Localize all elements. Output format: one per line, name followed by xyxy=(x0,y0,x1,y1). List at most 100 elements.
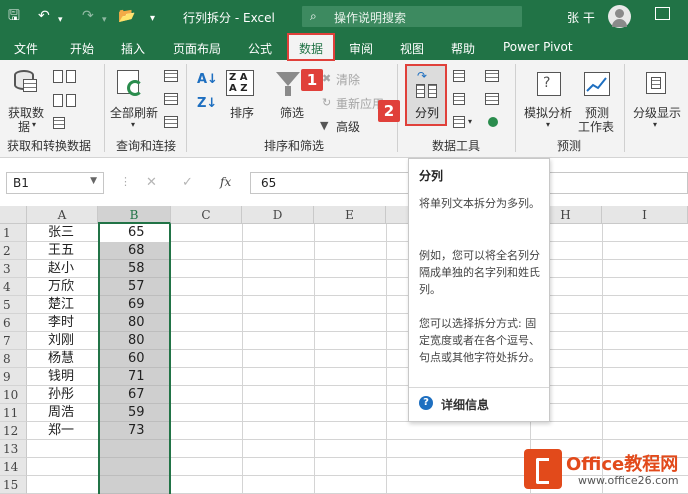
row-header[interactable]: 9 xyxy=(0,368,27,386)
sort-za-icon[interactable]: Z↓ xyxy=(197,96,217,111)
score-cell[interactable]: 67 xyxy=(128,386,145,404)
tab-formulas[interactable]: 公式 xyxy=(248,40,272,57)
refresh-all-button[interactable]: 全部刷新 xyxy=(110,104,158,121)
tab-file[interactable]: 文件 xyxy=(14,40,38,57)
flash-fill-icon[interactable] xyxy=(453,70,465,82)
get-data-dropdown-icon[interactable]: ▾ xyxy=(32,120,36,129)
name-cell[interactable]: 周浩 xyxy=(48,404,74,422)
row-header[interactable]: 2 xyxy=(0,242,27,260)
column-header-b[interactable]: B xyxy=(98,206,171,224)
row-header[interactable]: 13 xyxy=(0,440,27,458)
reapply-button[interactable]: 重新应用 xyxy=(336,95,384,112)
tab-view[interactable]: 视图 xyxy=(400,40,424,57)
row-header[interactable]: 14 xyxy=(0,458,27,476)
recent-sources-icon[interactable] xyxy=(66,94,76,107)
score-cell[interactable]: 68 xyxy=(128,242,145,260)
what-if-dropdown-icon[interactable]: ▾ xyxy=(546,120,550,129)
tab-help[interactable]: 帮助 xyxy=(451,40,475,57)
name-cell[interactable]: 李时 xyxy=(48,314,74,332)
from-text-icon[interactable] xyxy=(53,70,63,83)
outline-icon[interactable] xyxy=(646,72,666,94)
reapply-icon[interactable]: ↻ xyxy=(322,96,331,109)
column-header-e[interactable]: E xyxy=(314,206,386,224)
name-cell[interactable]: 楚江 xyxy=(48,296,74,314)
row-header[interactable]: 4 xyxy=(0,278,27,296)
manage-data-model-icon[interactable] xyxy=(488,117,498,127)
outline-dropdown-icon[interactable]: ▾ xyxy=(653,120,657,129)
name-cell[interactable]: 赵小 xyxy=(48,260,74,278)
tell-me-search[interactable]: ⌕ 操作说明搜索 xyxy=(302,6,522,27)
edit-links-icon[interactable] xyxy=(164,116,178,128)
consolidate-icon[interactable] xyxy=(485,70,499,82)
outline-button[interactable]: 分级显示 xyxy=(633,104,681,121)
score-cell[interactable]: 80 xyxy=(128,332,145,350)
tab-review[interactable]: 审阅 xyxy=(349,40,373,57)
data-validation-dropdown-icon[interactable]: ▾ xyxy=(468,117,472,126)
clear-icon[interactable]: ✖ xyxy=(322,72,331,85)
cancel-icon[interactable]: ✕ xyxy=(146,175,157,190)
column-header-a[interactable]: A xyxy=(27,206,98,224)
relationships-icon[interactable] xyxy=(485,93,499,105)
avatar[interactable] xyxy=(608,5,631,28)
advanced-filter-icon[interactable]: ▼ xyxy=(320,119,328,132)
filter-button[interactable]: 筛选 xyxy=(280,104,304,121)
undo-dropdown-icon[interactable]: ▾ xyxy=(58,12,63,28)
name-cell[interactable]: 刘刚 xyxy=(48,332,74,350)
score-cell[interactable]: 71 xyxy=(128,368,145,386)
forecast-sheet-icon[interactable] xyxy=(584,72,610,96)
tab-home[interactable]: 开始 xyxy=(70,40,94,57)
clear-button[interactable]: 清除 xyxy=(336,71,360,88)
sort-az-icon[interactable]: A↓ xyxy=(197,72,218,87)
score-cell[interactable]: 80 xyxy=(128,314,145,332)
name-cell[interactable]: 杨慧 xyxy=(48,350,74,368)
name-cell[interactable]: 万欣 xyxy=(48,278,74,296)
redo-icon[interactable]: ↷ xyxy=(82,8,94,24)
row-header[interactable]: 6 xyxy=(0,314,27,332)
score-cell[interactable]: 58 xyxy=(128,260,145,278)
help-icon[interactable]: ? xyxy=(419,396,433,410)
customize-quick-access-icon[interactable]: ▾ xyxy=(150,11,155,27)
what-if-analysis-icon[interactable]: ? xyxy=(537,72,561,96)
name-box-dropdown-icon[interactable]: ▼ xyxy=(90,176,97,186)
queries-connections-icon[interactable] xyxy=(164,70,178,82)
remove-duplicates-icon[interactable] xyxy=(453,93,465,105)
row-header[interactable]: 11 xyxy=(0,404,27,422)
refresh-all-icon[interactable] xyxy=(117,70,147,98)
what-if-analysis-button[interactable]: 模拟分析 xyxy=(524,104,572,121)
ribbon-display-options-icon[interactable] xyxy=(655,7,670,20)
name-cell[interactable]: 孙彤 xyxy=(48,386,74,404)
undo-icon[interactable]: ↶ xyxy=(38,8,50,24)
from-table-icon[interactable] xyxy=(53,94,63,107)
existing-connections-icon[interactable] xyxy=(53,117,65,129)
row-header[interactable]: 10 xyxy=(0,386,27,404)
sort-icon[interactable]: Z A A Z xyxy=(226,70,254,96)
score-cell[interactable]: 57 xyxy=(128,278,145,296)
name-cell[interactable]: 钱明 xyxy=(48,368,74,386)
row-header[interactable]: 3 xyxy=(0,260,27,278)
save-icon[interactable]: 🖫 xyxy=(8,8,20,24)
score-cell[interactable]: 60 xyxy=(128,350,145,368)
name-cell[interactable]: 郑一 xyxy=(48,422,74,440)
user-name[interactable]: 张 干 xyxy=(567,9,595,26)
filter-icon[interactable] xyxy=(276,72,300,86)
text-to-columns-button[interactable]: ↷ 分列 xyxy=(405,64,447,126)
select-all-corner[interactable] xyxy=(0,206,27,224)
score-cell[interactable]: 69 xyxy=(128,296,145,314)
tab-insert[interactable]: 插入 xyxy=(121,40,145,57)
name-cell[interactable]: 王五 xyxy=(48,242,74,260)
column-header-i[interactable]: I xyxy=(602,206,688,224)
open-folder-icon[interactable]: 📂 xyxy=(118,8,135,24)
tab-data[interactable]: 数据 xyxy=(287,33,335,61)
sort-button[interactable]: 排序 xyxy=(230,104,254,121)
column-header-c[interactable]: C xyxy=(171,206,242,224)
name-cell[interactable]: 张三 xyxy=(48,224,74,242)
tab-page-layout[interactable]: 页面布局 xyxy=(173,40,221,57)
row-header[interactable]: 7 xyxy=(0,332,27,350)
redo-dropdown-icon[interactable]: ▾ xyxy=(102,12,107,28)
properties-icon[interactable] xyxy=(164,93,178,105)
advanced-button[interactable]: 高级 xyxy=(336,118,360,135)
from-web-icon[interactable] xyxy=(66,70,76,83)
name-box[interactable]: B1 ▼ xyxy=(6,172,104,194)
refresh-dropdown-icon[interactable]: ▾ xyxy=(131,120,135,129)
row-header[interactable]: 12 xyxy=(0,422,27,440)
